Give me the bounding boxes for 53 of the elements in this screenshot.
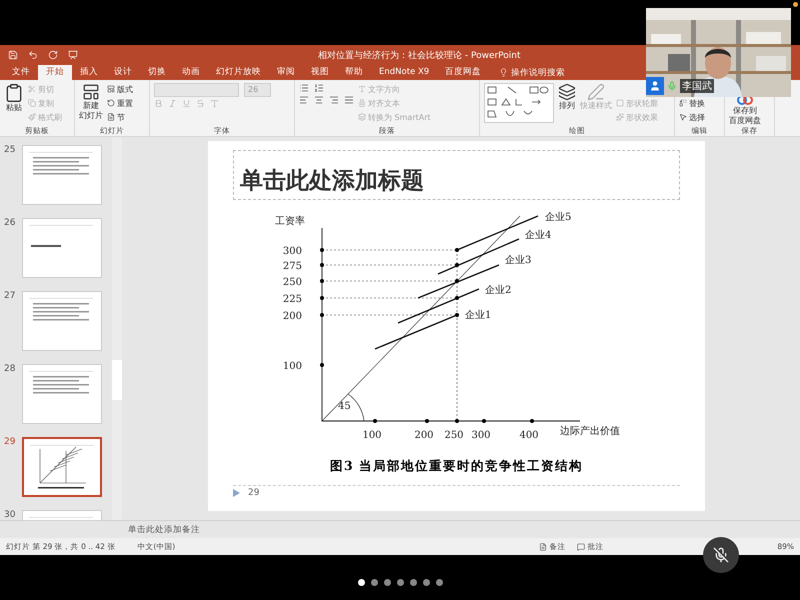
axis-tick-label: 300 [282, 246, 302, 257]
slide-number: 27 [4, 291, 16, 301]
axis-tick-label: 225 [282, 294, 302, 305]
axis-tick-label: 250 [282, 277, 302, 288]
ribbon-tab[interactable]: 审阅 [269, 65, 303, 80]
section-button[interactable]: 节 [107, 111, 133, 123]
title-placeholder[interactable]: 单击此处添加标题 [233, 150, 680, 200]
tell-me-search[interactable]: 操作说明搜索 [499, 65, 566, 80]
ribbon-tab[interactable]: 幻灯片放映 [208, 65, 269, 80]
ribbon-tab[interactable]: 切换 [140, 65, 174, 80]
notes-placeholder[interactable]: 单击此处添加备注 [128, 524, 200, 536]
slide-number: 25 [4, 145, 16, 155]
arrange-button[interactable]: 排列 [558, 83, 576, 111]
slide-number: 30 [4, 510, 16, 520]
window-title: 相对位置与经济行为：社会比较理论 - PowerPoint [318, 50, 521, 62]
reset-button[interactable]: 重置 [107, 97, 133, 109]
ribbon-tab[interactable]: 视图 [303, 65, 337, 80]
new-slide-button[interactable]: 新建 幻灯片 [79, 83, 103, 121]
ribbon-tab[interactable]: 百度网盘 [437, 65, 490, 80]
ribbon-tab[interactable]: EndNote X9 [371, 65, 438, 80]
axis-tick-label: 300 [471, 430, 491, 441]
axis-tick-label: 200 [414, 430, 434, 441]
select-button[interactable]: 选择 [679, 111, 705, 123]
axis-title: 工资率 [275, 216, 305, 227]
ribbon-tab[interactable]: 插入 [72, 65, 106, 80]
axis-tick-label: 400 [519, 430, 539, 441]
axis-tick-label: 100 [362, 430, 382, 441]
axis-tick-label: 100 [282, 361, 302, 372]
ribbon-tab[interactable]: 帮助 [337, 65, 371, 80]
ribbon-tab[interactable]: 动画 [174, 65, 208, 80]
slide-number: 29 [4, 437, 16, 447]
firm-label: 企业3 [505, 255, 532, 266]
layout-button[interactable]: 版式 [107, 83, 133, 95]
replace-button[interactable]: 替换 [679, 97, 705, 109]
axis-title: 边际产出价值 [560, 426, 620, 437]
slide-number: 28 [4, 364, 16, 374]
ribbon-tab[interactable]: 文件 [4, 65, 38, 80]
firm-label: 企业4 [525, 230, 552, 241]
axis-tick-label: 250 [444, 430, 464, 441]
angle-label: 45 [338, 401, 351, 412]
paste-button[interactable]: 粘贴 [4, 83, 24, 113]
save-to-cloud-button[interactable]: 保存到 百度网盘 [729, 94, 761, 125]
slide-number: 26 [4, 218, 16, 228]
firm-label: 企业2 [485, 285, 512, 296]
ribbon-tab[interactable]: 开始 [38, 65, 72, 80]
axis-tick-label: 275 [282, 261, 302, 272]
figure-caption: 图3 当局部地位重要时的竞争性工资结构 [330, 458, 584, 475]
firm-label: 企业1 [465, 310, 492, 321]
firm-label: 企业5 [545, 212, 572, 223]
ribbon-tab[interactable]: 设计 [106, 65, 140, 80]
participant-name: 李国武 [680, 79, 714, 93]
page-number: 29 [248, 488, 260, 498]
axis-tick-label: 200 [282, 311, 302, 322]
